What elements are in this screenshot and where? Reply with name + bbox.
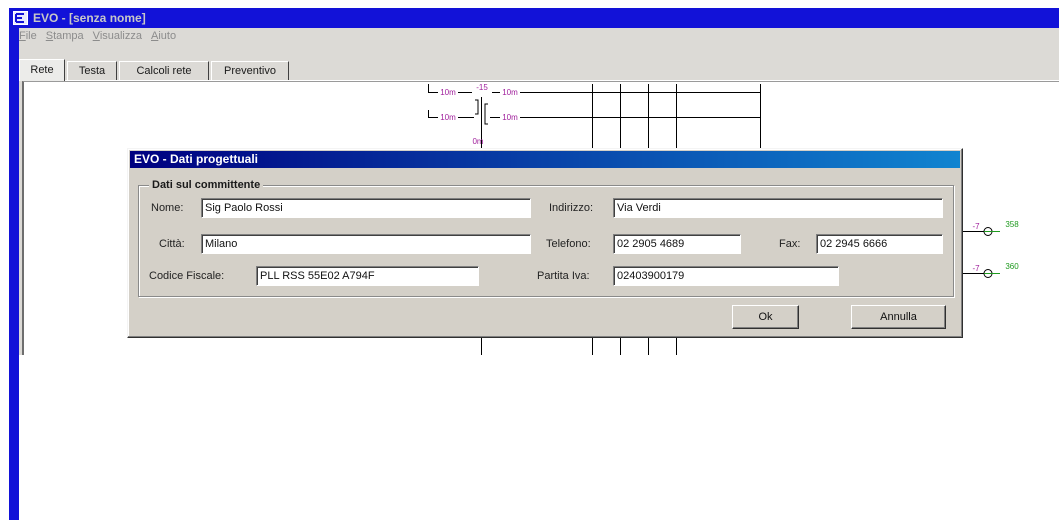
ok-button[interactable]: Ok [732, 305, 799, 329]
menu-stampa[interactable]: Stampa [46, 29, 84, 44]
tab-rete[interactable]: Rete [19, 59, 65, 81]
codice-fiscale-label: Codice Fiscale: [149, 270, 225, 282]
menu-file[interactable]: File [19, 29, 37, 44]
tab-calcoli-rete[interactable]: Calcoli rete [119, 61, 209, 80]
partita-iva-label: Partita Iva: [537, 270, 590, 282]
window-title-bar[interactable]: EVO - [senza nome] [10, 8, 1059, 28]
tab-preventivo[interactable]: Preventivo [211, 61, 289, 80]
menu-bar: File Stampa Visualizza Aiuto [19, 29, 185, 44]
tab-testa[interactable]: Testa [67, 61, 117, 80]
window-title: EVO - [senza nome] [33, 11, 146, 25]
partita-iva-field[interactable] [613, 266, 839, 286]
citta-field[interactable] [201, 234, 531, 254]
menu-visualizza[interactable]: Visualizza [93, 29, 142, 44]
app-icon[interactable] [13, 11, 28, 25]
telefono-field[interactable] [613, 234, 741, 254]
citta-label: Città: [159, 238, 185, 250]
indirizzo-label: Indirizzo: [549, 202, 594, 214]
nome-field[interactable] [201, 198, 531, 218]
fax-field[interactable] [816, 234, 943, 254]
codice-fiscale-field[interactable] [256, 266, 479, 286]
window-left-border [9, 8, 19, 520]
dati-progettuali-dialog: EVO - Dati progettuali Dati sul committe… [127, 148, 963, 338]
tab-bar: Rete Testa Calcoli rete Preventivo [19, 58, 1059, 81]
fax-label: Fax: [779, 238, 801, 250]
menu-aiuto[interactable]: Aiuto [151, 29, 176, 44]
telefono-label: Telefono: [546, 238, 591, 250]
nome-label: Nome: [151, 202, 184, 214]
annulla-button[interactable]: Annulla [851, 305, 946, 329]
indirizzo-field[interactable] [613, 198, 943, 218]
group-title: Dati sul committente [149, 178, 264, 192]
dialog-title[interactable]: EVO - Dati progettuali [130, 151, 960, 168]
